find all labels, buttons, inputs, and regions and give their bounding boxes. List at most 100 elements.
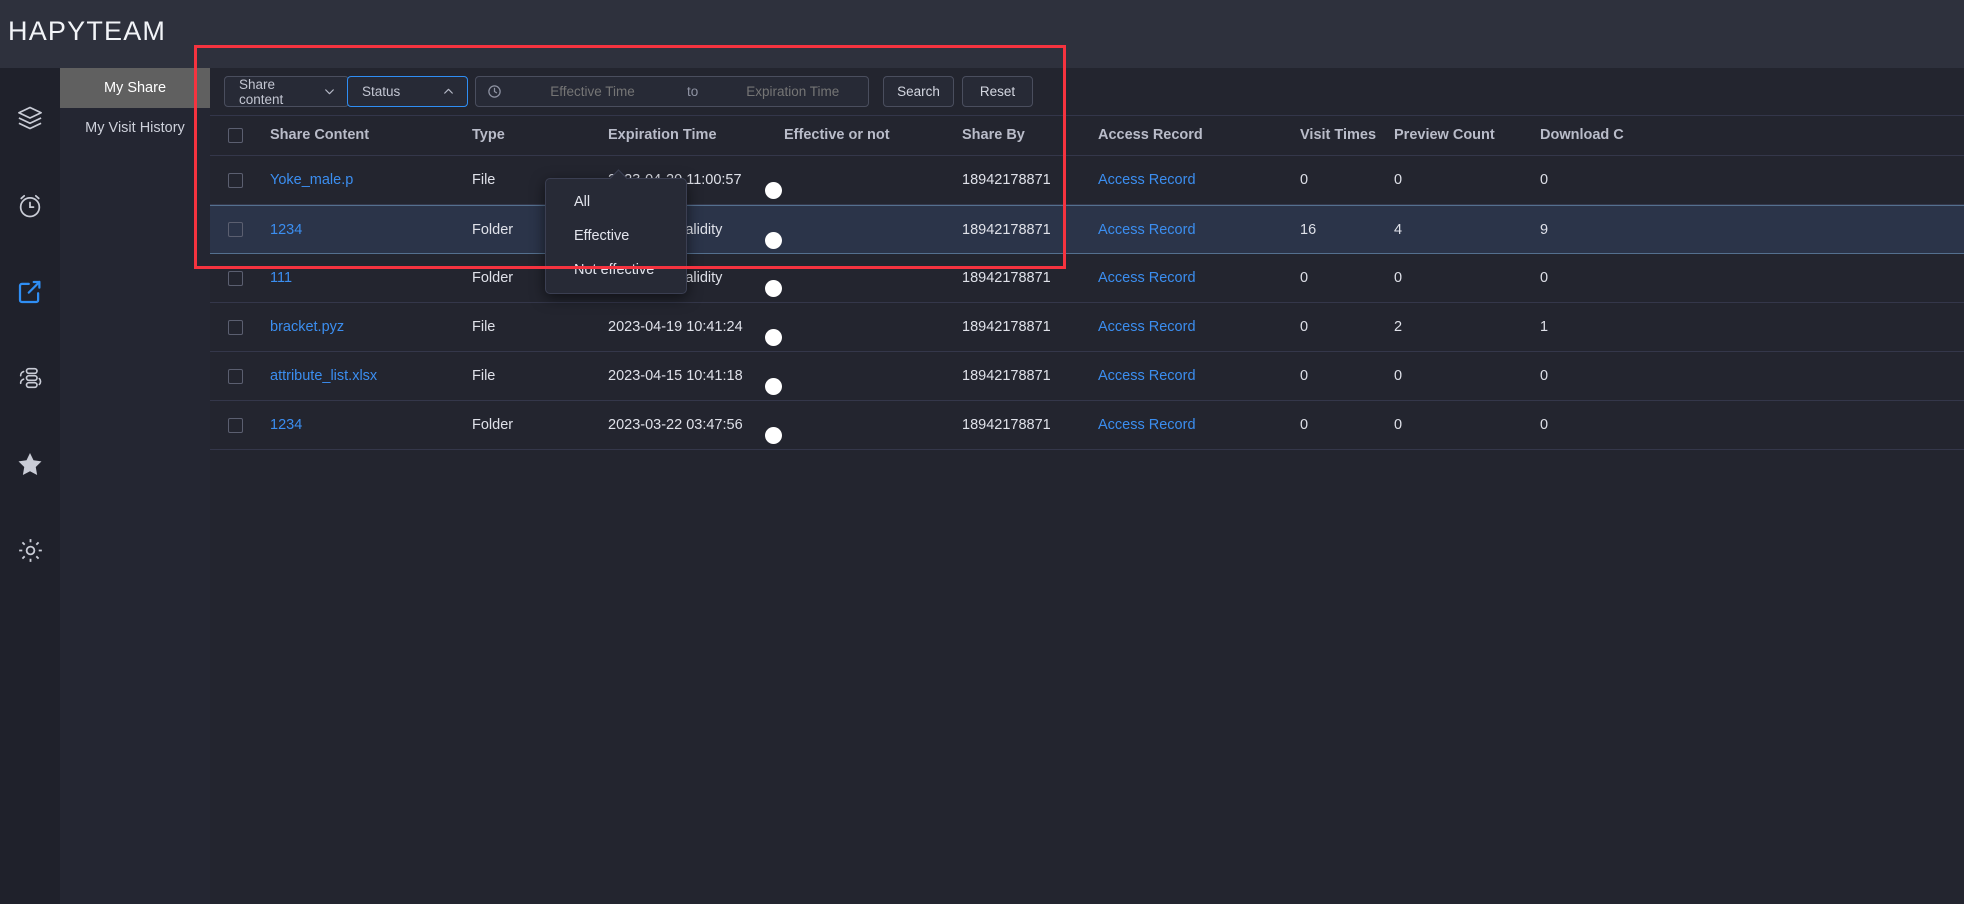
cell-visit-times: 0 <box>1300 172 1309 188</box>
toggle-knob <box>765 231 782 249</box>
row-checkbox[interactable] <box>227 222 243 237</box>
cell-preview-count: 0 <box>1394 368 1403 384</box>
share-content-link[interactable]: 1234 <box>270 222 302 238</box>
clock-small-icon <box>476 84 502 99</box>
cell-download-count: 0 <box>1540 172 1549 188</box>
cell-preview-count: 0 <box>1394 172 1403 188</box>
chevron-down-icon <box>323 85 348 98</box>
star-icon[interactable] <box>0 436 60 492</box>
access-record-link[interactable]: Access Record <box>1098 319 1196 335</box>
toggle-knob <box>765 329 782 346</box>
share-content-link[interactable]: Yoke_male.p <box>270 172 353 188</box>
toggle-knob <box>765 427 782 444</box>
cell-share-by: 18942178871 <box>962 368 1051 384</box>
select-all-checkbox-cell <box>210 127 268 143</box>
table-row[interactable]: attribute_list.xlsx File 2023-04-15 10:41:… <box>210 352 1964 401</box>
cell-preview-count: 0 <box>1394 417 1403 433</box>
effective-time-input[interactable] <box>502 83 683 100</box>
access-record-link[interactable]: Access Record <box>1098 172 1196 188</box>
status-option-all[interactable]: All <box>546 185 686 219</box>
toggle-knob <box>765 280 782 297</box>
cell-download-count: 1 <box>1540 319 1549 335</box>
main-panel: Share content Status to <box>210 68 1964 904</box>
toggle-knob <box>765 182 782 199</box>
cell-preview-count: 2 <box>1394 319 1403 335</box>
access-record-link[interactable]: Access Record <box>1098 417 1196 433</box>
cell-type: File <box>472 319 496 335</box>
share-icon[interactable] <box>0 264 60 320</box>
row-checkbox[interactable] <box>227 319 243 335</box>
share-content-link[interactable]: 1234 <box>270 417 302 433</box>
cell-type: File <box>472 368 496 384</box>
row-checkbox[interactable] <box>227 172 243 188</box>
cell-share-by: 18942178871 <box>962 319 1051 335</box>
table-row[interactable]: 1234FolderLong-term validity18942178871A… <box>210 205 1964 254</box>
table-row[interactable]: 111FolderLong-term validity18942178871Ac… <box>210 254 1964 303</box>
table-row[interactable]: bracket.pyz File 2023-04-19 10:41:24 189421… <box>210 303 1964 352</box>
transfer-icon[interactable] <box>0 350 60 406</box>
row-checkbox-cell <box>210 270 268 286</box>
share-content-dropdown-label: Share content <box>239 76 284 107</box>
share-content-link[interactable]: bracket.pyz <box>270 319 344 335</box>
header-type: Type <box>472 127 505 143</box>
chevron-up-icon <box>442 85 467 98</box>
filter-toolbar: Share content Status to <box>210 68 1964 116</box>
header-share-content: Share Content <box>270 127 370 143</box>
cell-expiration-time: 2023-04-15 10:41:18 <box>608 368 743 384</box>
access-record-link[interactable]: Access Record <box>1098 270 1196 286</box>
status-dropdown-menu: All Effective Not effective <box>545 169 687 294</box>
cell-download-count: 0 <box>1540 417 1549 433</box>
table-row[interactable]: Yoke_male.pFile2023-04-20 11:00:57189421… <box>210 156 1964 205</box>
header-expiration-time: Expiration Time <box>608 127 717 143</box>
status-dropdown[interactable]: Status <box>347 76 468 107</box>
cell-expiration-time: 2023-03-22 03:47:56 <box>608 417 743 433</box>
cell-visit-times: 0 <box>1300 319 1309 335</box>
row-checkbox[interactable] <box>227 417 243 433</box>
share-content-link[interactable]: 111 <box>270 270 292 286</box>
select-all-checkbox[interactable] <box>227 127 243 143</box>
cell-download-count: 9 <box>1540 221 1549 238</box>
row-checkbox[interactable] <box>227 368 243 384</box>
top-bar: HAPYTEAM <box>0 0 1964 68</box>
expiration-time-input[interactable] <box>702 83 884 100</box>
search-button[interactable]: Search <box>883 76 954 107</box>
header-preview-count: Preview Count <box>1394 127 1495 143</box>
header-share-by: Share By <box>962 127 1025 143</box>
table-row[interactable]: 1234 Folder 2023-03-22 03:47:56 18942178871… <box>210 401 1964 450</box>
share-content-dropdown[interactable]: Share content <box>224 76 349 107</box>
status-option-not-effective[interactable]: Not effective <box>546 253 686 287</box>
app-root: HAPYTEAM My Share My Visit History Share… <box>0 0 1964 904</box>
cell-type: Folder <box>472 417 514 433</box>
clock-icon[interactable] <box>0 178 60 234</box>
status-option-effective[interactable]: Effective <box>546 219 686 253</box>
sidebar-item-my-share[interactable]: My Share <box>60 68 210 108</box>
cell-visit-times: 0 <box>1300 270 1309 286</box>
reset-button[interactable]: Reset <box>962 76 1033 107</box>
share-table: Share Content Type Expiration Time Effec… <box>210 115 1964 450</box>
toggle-knob <box>765 378 782 395</box>
app-logo: HAPYTEAM <box>8 16 167 46</box>
access-record-link[interactable]: Access Record <box>1098 222 1196 238</box>
row-checkbox[interactable] <box>227 270 243 286</box>
header-visit-times: Visit Times <box>1300 127 1377 143</box>
cell-visit-times: 16 <box>1300 221 1317 238</box>
cell-share-by: 18942178871 <box>962 270 1051 286</box>
icon-rail <box>0 68 60 904</box>
gear-icon[interactable] <box>0 522 60 578</box>
date-range-picker[interactable]: to <box>475 76 884 107</box>
share-content-link[interactable]: attribute_list.xlsx <box>270 368 377 384</box>
cell-share-by: 18942178871 <box>962 221 1051 238</box>
row-checkbox-cell <box>210 319 268 335</box>
row-checkbox-cell <box>210 222 268 237</box>
header-download-count: Download C <box>1540 127 1624 143</box>
date-range-separator: to <box>687 84 699 99</box>
status-dropdown-label: Status <box>362 84 401 99</box>
cell-download-count: 0 <box>1540 368 1549 384</box>
access-record-link[interactable]: Access Record <box>1098 368 1196 384</box>
layers-icon[interactable] <box>0 90 60 146</box>
sidebar-item-my-visit-history[interactable]: My Visit History <box>60 108 210 148</box>
cell-visit-times: 0 <box>1300 368 1309 384</box>
secondary-sidebar: My Share My Visit History <box>60 68 210 904</box>
row-checkbox-cell <box>210 368 268 384</box>
row-checkbox-cell <box>210 172 268 188</box>
